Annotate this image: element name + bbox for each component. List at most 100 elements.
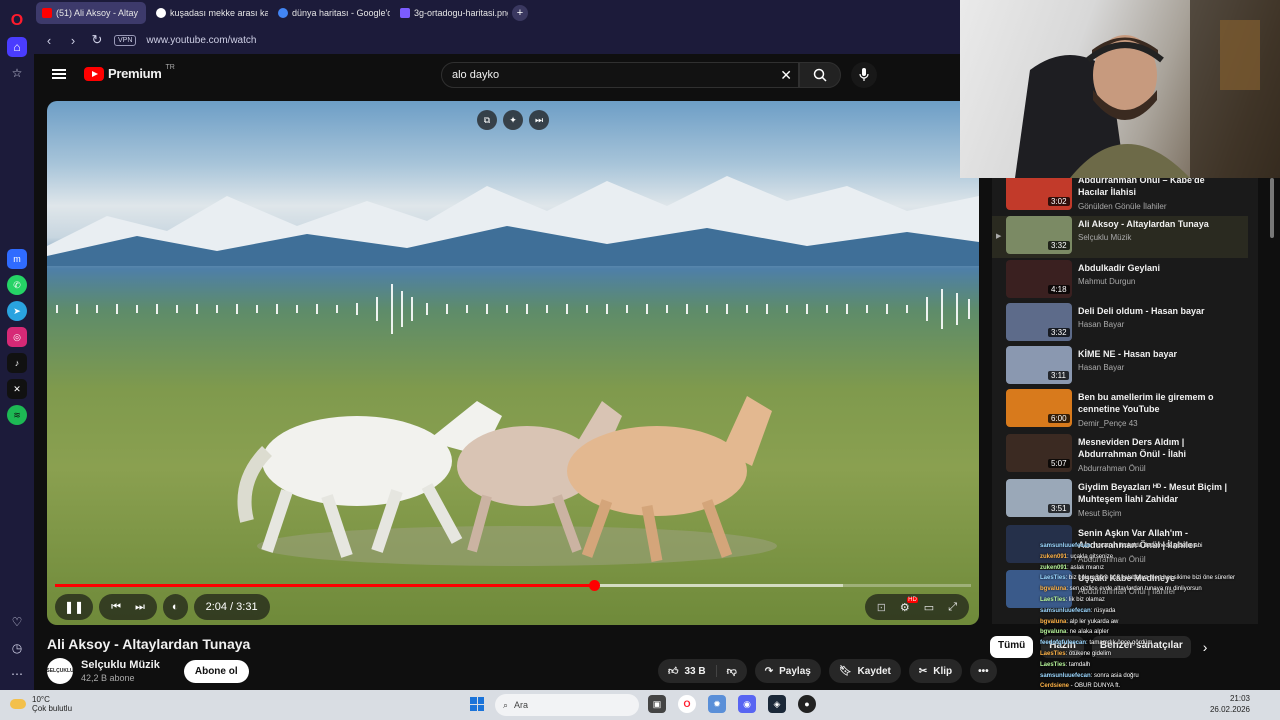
- playlist-item-title[interactable]: KİME NE - Hasan bayar: [1078, 348, 1228, 360]
- playlist-item[interactable]: 5:07 Mesneviden Ders Aldım | Abdurrahman …: [992, 434, 1248, 476]
- chat-text: : biz onlara göre çok kalabalıyz mert he…: [1065, 575, 1235, 582]
- playlist-item[interactable]: 3:32 Deli Deli oldum - Hasan bayar Hasan B…: [992, 303, 1248, 345]
- url-field[interactable]: www.youtube.com/watch: [146, 35, 256, 46]
- steam-icon[interactable]: ◈: [768, 695, 786, 713]
- next-icon[interactable]: ⏭: [135, 601, 145, 614]
- chat-message: bgvaluna: sen gizlice evde altaylardan t…: [1040, 584, 1270, 595]
- windows-taskbar: 10°C Çok bulutlu ⌕ Ara ▣ O ✹ ◉ ◈ ● 21:03…: [0, 690, 1280, 720]
- share-button[interactable]: ↷ Paylaş: [754, 659, 821, 683]
- volume-icon[interactable]: ◐: [172, 601, 179, 613]
- search-button[interactable]: [799, 62, 841, 88]
- ask-ai-icon[interactable]: ✦: [503, 110, 523, 130]
- whatsapp-icon[interactable]: ✆: [7, 275, 27, 295]
- more-actions-button[interactable]: •••: [970, 659, 997, 683]
- playlist-item[interactable]: 3:02 Abdurrahman Önül – Kabe'de Hacılar İ…: [992, 172, 1248, 214]
- chat-message: LaesTies: ötükene gidelim: [1040, 649, 1270, 660]
- playlist-item[interactable]: 3:51 Giydim Beyazları ᴴᴰ - Mesut Biçim | …: [992, 479, 1248, 521]
- chip-all[interactable]: Tümü: [990, 636, 1034, 658]
- theater-mode-icon[interactable]: ▭: [924, 601, 934, 614]
- weather-widget[interactable]: 10°C Çok bulutlu: [10, 695, 72, 713]
- windows-start-icon[interactable]: [470, 697, 484, 711]
- thumbs-down-icon[interactable]: 👎︎: [717, 665, 747, 677]
- tab-image[interactable]: 3g-ortadogu-haritasi.png: [394, 2, 508, 24]
- back-icon[interactable]: ‹: [42, 33, 56, 48]
- chat-message: bgvaluna: ne alaka alpler: [1040, 627, 1270, 638]
- skip-icon[interactable]: ⏭: [529, 110, 549, 130]
- search-input[interactable]: alo dayko ✕: [441, 62, 799, 88]
- settings-app-icon[interactable]: ✹: [708, 695, 726, 713]
- opera-logo-icon[interactable]: O: [7, 11, 27, 31]
- more-icon[interactable]: ⋯: [7, 664, 27, 684]
- tiktok-icon[interactable]: ♪: [7, 353, 27, 373]
- playlist-item-title[interactable]: Ali Aksoy - Altaylardan Tunaya: [1078, 218, 1228, 230]
- settings-icon[interactable]: ⚙: [900, 596, 918, 614]
- channel-name[interactable]: Selçuklu Müzik: [81, 659, 160, 671]
- spotify-icon[interactable]: ≋: [7, 405, 27, 425]
- reload-icon[interactable]: ↻: [90, 32, 104, 48]
- audio-waveform: [56, 284, 970, 334]
- progress-scrubber[interactable]: [588, 580, 600, 591]
- channel-avatar[interactable]: SELÇUKLU: [46, 658, 74, 684]
- image-favicon-icon: [400, 8, 410, 18]
- subscribe-button[interactable]: Abone ol: [183, 659, 249, 683]
- instagram-icon[interactable]: ◎: [7, 327, 27, 347]
- chat-message: zuken091: aslak mıanız: [1040, 563, 1270, 574]
- taskbar-search-input[interactable]: ⌕ Ara: [495, 694, 639, 716]
- playlist-item-channel: Mahmut Durgun: [1078, 277, 1136, 286]
- clip-button[interactable]: ✂ Klip: [908, 659, 963, 683]
- home-icon[interactable]: ⌂: [7, 37, 27, 57]
- playlist-scrollbar[interactable]: [1270, 178, 1274, 238]
- task-view-icon[interactable]: ▣: [648, 695, 666, 713]
- taskbar-apps: ▣ O ✹ ◉ ◈ ●: [648, 695, 816, 713]
- chat-message: bgvaluna: alp ler yukarda aw: [1040, 617, 1270, 628]
- playlist-item-title[interactable]: Giydim Beyazları ᴴᴰ - Mesut Biçim | Muht…: [1078, 481, 1228, 505]
- chat-message: samsunluuefecan: hocamın ilkokulda dedem…: [1040, 541, 1270, 552]
- opera-taskbar-icon[interactable]: O: [678, 695, 696, 713]
- forward-icon[interactable]: ›: [66, 33, 80, 48]
- time-display: 2:04 / 3:31: [205, 601, 258, 613]
- like-button[interactable]: 👍︎ 33 B: [658, 665, 717, 677]
- heart-icon[interactable]: ♡: [7, 612, 27, 632]
- telegram-icon[interactable]: ➤: [7, 301, 27, 321]
- chat-username: samsunluuefecan: [1040, 543, 1091, 549]
- microphone-icon[interactable]: [851, 62, 877, 88]
- vpn-badge[interactable]: VPN: [114, 34, 137, 46]
- messenger-icon[interactable]: m: [7, 249, 27, 269]
- history-icon[interactable]: ◷: [7, 638, 27, 658]
- tab-google-search[interactable]: kuşadası mekke arası kaç: [150, 2, 268, 24]
- system-clock[interactable]: 21:03 26.02.2026: [1210, 693, 1250, 715]
- obs-icon[interactable]: ●: [798, 695, 816, 713]
- video-duration: 5:07: [1048, 459, 1070, 468]
- video-player[interactable]: ⧉ ✦ ⏭ ❚❚ ⏮ ⏭ ◐ 2:04 / 3:31 ⊡ ⚙ HD ▭ ⤢: [47, 101, 979, 625]
- discord-icon[interactable]: ◉: [738, 695, 756, 713]
- playlist-item[interactable]: 6:00 Ben bu amellerim ile giremem o cenne…: [992, 389, 1248, 431]
- playlist-item[interactable]: 4:18 Abdulkadir Geylani Mahmut Durgun: [992, 260, 1248, 302]
- webcam-overlay: [960, 0, 1280, 178]
- like-dislike-button: 👍︎ 33 B 👎︎: [658, 659, 747, 683]
- chat-username: LaesTies: [1040, 661, 1066, 668]
- chat-text: : ne alaka alpler: [1066, 629, 1109, 636]
- playlist-item[interactable]: 3:11 KİME NE - Hasan bayar Hasan Bayar: [992, 346, 1248, 388]
- menu-icon[interactable]: [52, 67, 66, 81]
- pause-icon[interactable]: ❚❚: [64, 600, 84, 614]
- clear-icon[interactable]: ✕: [780, 67, 792, 84]
- miniplayer-icon[interactable]: ⧉: [477, 110, 497, 130]
- new-tab-icon[interactable]: +: [512, 5, 528, 21]
- playlist-item-title[interactable]: Abdulkadir Geylani: [1078, 262, 1228, 274]
- fullscreen-icon[interactable]: ⤢: [948, 601, 957, 614]
- tab-google-maps[interactable]: dünya haritası - Google'da: [272, 2, 390, 24]
- playlist-item[interactable]: ▶ 3:32 Ali Aksoy - Altaylardan Tunaya Selçu…: [992, 216, 1248, 258]
- chat-text: : tamdalh: [1065, 661, 1091, 668]
- previous-icon[interactable]: ⏮: [111, 601, 121, 614]
- playlist-item-title[interactable]: Deli Deli oldum - Hasan bayar: [1078, 305, 1228, 317]
- subtitles-icon[interactable]: ⊡: [877, 601, 886, 614]
- progress-bar[interactable]: [55, 580, 971, 591]
- save-button[interactable]: 🔖︎ Kaydet: [828, 659, 901, 683]
- x-icon[interactable]: ✕: [7, 379, 27, 399]
- playlist-item-title[interactable]: Ben bu amellerim ile giremem o cennetine…: [1078, 391, 1228, 415]
- tab-youtube[interactable]: (51) Ali Aksoy - Altay: [36, 2, 146, 24]
- tab-label: kuşadası mekke arası kaç: [170, 8, 268, 18]
- playlist-item-title[interactable]: Mesneviden Ders Aldım | Abdurrahman Önül…: [1078, 436, 1228, 460]
- star-icon[interactable]: ☆: [7, 63, 27, 83]
- youtube-logo[interactable]: Premium TR: [84, 64, 175, 81]
